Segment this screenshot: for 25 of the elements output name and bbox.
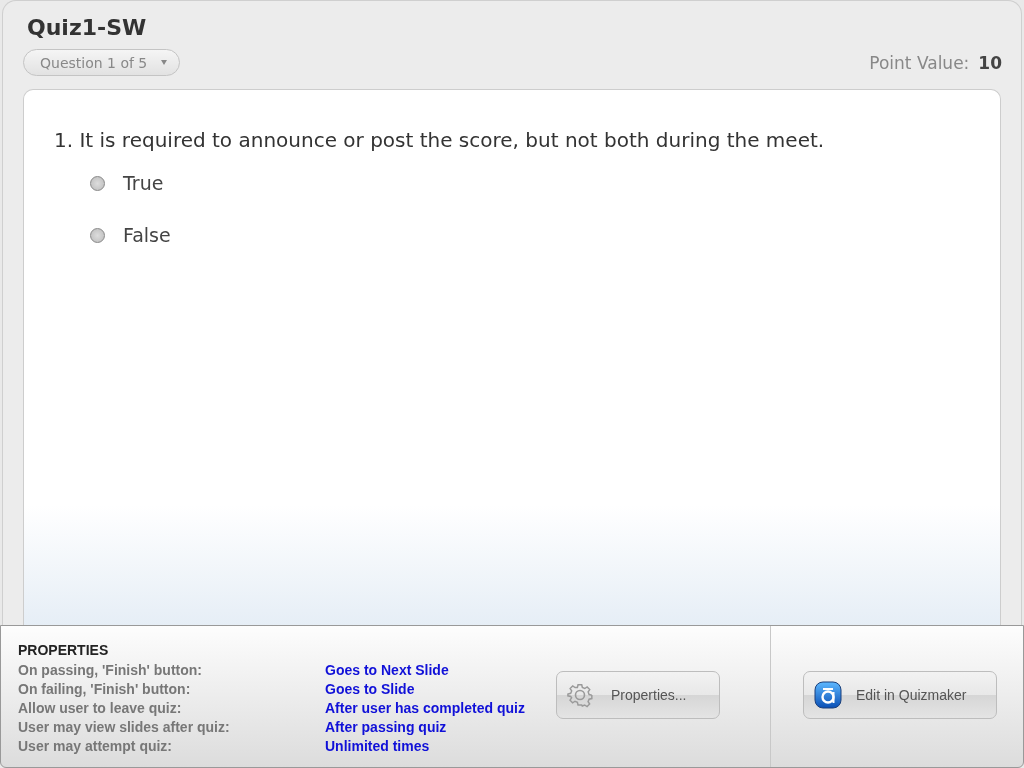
question-dropdown[interactable]: Question 1 of 5	[23, 49, 181, 76]
quiz-title: Quiz1-SW	[27, 14, 148, 42]
property-label: User may view slides after quiz:	[18, 718, 231, 737]
property-value: Goes to Slide	[325, 680, 416, 699]
option-label[interactable]: True	[123, 172, 164, 194]
gear-icon	[567, 682, 593, 708]
property-label: Allow user to leave quiz:	[18, 699, 183, 718]
property-label: On passing, 'Finish' button:	[18, 661, 203, 680]
property-value: Goes to Next Slide	[325, 661, 450, 680]
property-value: After user has completed quiz	[325, 699, 526, 718]
app-logo-icon	[814, 681, 842, 709]
property-label: On failing, 'Finish' button:	[18, 680, 192, 699]
properties-heading: PROPERTIES	[18, 641, 110, 659]
property-value: After passing quiz	[325, 718, 448, 737]
property-value: Unlimited times	[325, 737, 431, 756]
edit-button[interactable]: Edit in Quizmaker	[803, 671, 997, 719]
question-text: 1. It is required to announce or post the score, but not both during the meet.	[54, 128, 826, 152]
radio-button[interactable]	[90, 175, 105, 191]
point-value: 10	[978, 52, 1002, 73]
properties-button[interactable]: Properties...	[556, 671, 720, 719]
caret-icon	[161, 60, 168, 65]
radio-button[interactable]	[90, 227, 105, 243]
option-label[interactable]: False	[123, 224, 171, 246]
property-label: User may attempt quiz:	[18, 737, 174, 756]
point-value-label: Point Value:	[869, 52, 970, 73]
